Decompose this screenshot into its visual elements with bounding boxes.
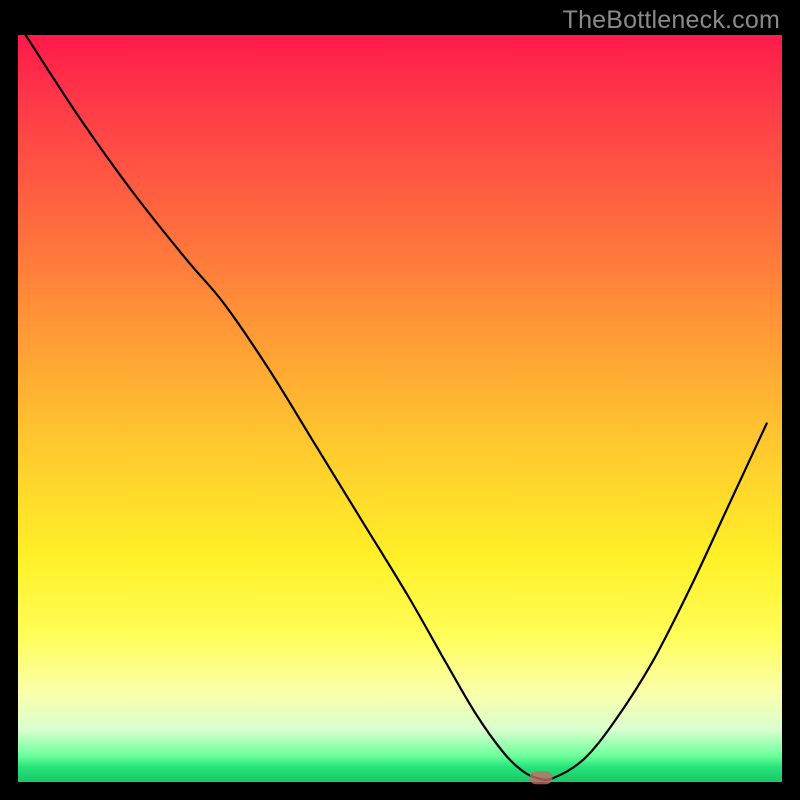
plot-area [18,35,782,782]
watermark-text: TheBottleneck.com [563,6,780,35]
bottleneck-curve [26,35,767,780]
chart-frame: TheBottleneck.com [0,0,800,800]
curve-layer [18,35,782,782]
current-point-marker [530,771,553,784]
